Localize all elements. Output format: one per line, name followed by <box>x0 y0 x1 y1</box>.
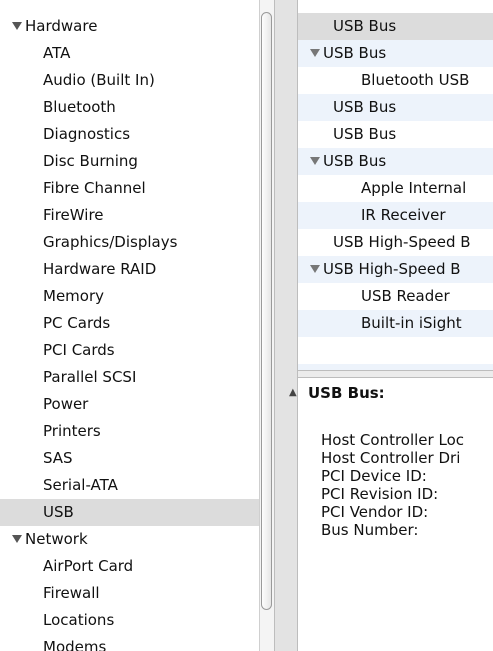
usb-tree-row-label: IR Receiver <box>361 206 446 224</box>
usb-tree-row-label: USB High-Speed B <box>323 260 461 278</box>
usb-device-tree: USB Bus USB Bus Bluetooth USB USB Bus USB Bu… <box>298 0 493 370</box>
sidebar-item-firewire[interactable]: FireWire <box>0 202 259 229</box>
usb-tree-row[interactable]: Built-in iSight <box>298 310 493 337</box>
usb-tree-row-label: Apple Internal <box>361 179 467 197</box>
sidebar-item-modems[interactable]: Modems <box>0 634 259 651</box>
detail-property: Bus Number: <box>321 521 419 539</box>
usb-tree-row[interactable]: USB High-Speed B <box>298 256 493 283</box>
usb-tree-row-label: USB Bus <box>333 125 397 143</box>
usb-tree-row-label: USB High-Speed B <box>333 233 471 251</box>
disclosure-triangle-icon[interactable] <box>12 535 22 543</box>
sidebar-category-label: Hardware <box>25 17 98 35</box>
usb-tree-row[interactable]: USB High-Speed B <box>298 229 493 256</box>
sidebar-item-memory[interactable]: Memory <box>0 283 259 310</box>
sidebar-item-fibre-channel[interactable]: Fibre Channel <box>0 175 259 202</box>
usb-tree-row[interactable]: USB Reader <box>298 283 493 310</box>
sidebar-item-firewall[interactable]: Firewall <box>0 580 259 607</box>
usb-tree-row[interactable]: USB Bus <box>298 148 493 175</box>
usb-tree-row-label: USB Reader <box>361 287 450 305</box>
content-sidebar: Hardware ATA Audio (Built In) Bluetooth Diag… <box>0 0 259 651</box>
detail-title: USB Bus: <box>308 384 385 402</box>
detail-property: Host Controller Loc <box>321 431 464 449</box>
detail-pane: USB Bus: Host Controller Loc Host Control… <box>298 378 493 651</box>
usb-tree-row-label: USB Bus <box>333 98 397 116</box>
usb-tree-row-label: USB Bus <box>323 152 387 170</box>
sidebar-item-usb[interactable]: USB <box>0 499 259 526</box>
sidebar-category-network[interactable]: Network <box>0 526 259 553</box>
disclosure-triangle-icon[interactable] <box>310 157 320 165</box>
sidebar-item-ata[interactable]: ATA <box>0 40 259 67</box>
disclosure-triangle-icon[interactable] <box>310 265 320 273</box>
usb-tree-row-label: Bluetooth USB <box>361 71 470 89</box>
vertical-splitter[interactable] <box>274 0 298 651</box>
sidebar-item-sas[interactable]: SAS <box>0 445 259 472</box>
sidebar-item-graphics-displays[interactable]: Graphics/Displays <box>0 229 259 256</box>
detail-property: PCI Revision ID: <box>321 485 439 503</box>
usb-tree-row[interactable]: Apple Internal <box>298 175 493 202</box>
sidebar-item-locations[interactable]: Locations <box>0 607 259 634</box>
usb-tree-row[interactable]: USB Bus <box>298 121 493 148</box>
sidebar-scrollbar[interactable] <box>259 0 274 651</box>
usb-tree-row[interactable]: USB Bus <box>298 94 493 121</box>
disclosure-triangle-icon[interactable] <box>310 49 320 57</box>
sidebar-item-disc-burning[interactable]: Disc Burning <box>0 148 259 175</box>
usb-tree-row-label: Built-in iSight <box>361 314 462 332</box>
sidebar-item-bluetooth[interactable]: Bluetooth <box>0 94 259 121</box>
usb-tree-row[interactable]: Bluetooth USB <box>298 67 493 94</box>
usb-tree-row[interactable]: IR Receiver <box>298 202 493 229</box>
sidebar-scrollbar-thumb[interactable] <box>261 12 272 610</box>
sidebar-item-power[interactable]: Power <box>0 391 259 418</box>
sidebar-item-audio-built-in[interactable]: Audio (Built In) <box>0 67 259 94</box>
sidebar-item-hardware-raid[interactable]: Hardware RAID <box>0 256 259 283</box>
detail-property: PCI Device ID: <box>321 467 427 485</box>
detail-property: Host Controller Dri <box>321 449 461 467</box>
usb-tree-row-label: USB Bus <box>323 44 387 62</box>
sidebar-category-label: Network <box>25 530 88 548</box>
system-profiler-window: Hardware ATA Audio (Built In) Bluetooth Diag… <box>0 0 493 651</box>
sidebar-item-printers[interactable]: Printers <box>0 418 259 445</box>
detail-property: PCI Vendor ID: <box>321 503 429 521</box>
splitter-caret-icon: ▲ <box>289 387 297 398</box>
horizontal-splitter[interactable] <box>298 370 493 378</box>
sidebar-item-parallel-scsi[interactable]: Parallel SCSI <box>0 364 259 391</box>
disclosure-triangle-icon[interactable] <box>12 22 22 30</box>
sidebar-item-serial-ata[interactable]: Serial-ATA <box>0 472 259 499</box>
usb-tree-row-label: USB Bus <box>333 17 397 35</box>
sidebar-item-pc-cards[interactable]: PC Cards <box>0 310 259 337</box>
usb-tree-row[interactable]: USB Bus <box>298 40 493 67</box>
sidebar-item-diagnostics[interactable]: Diagnostics <box>0 121 259 148</box>
sidebar-item-pci-cards[interactable]: PCI Cards <box>0 337 259 364</box>
usb-tree-row[interactable]: USB Bus <box>298 13 493 40</box>
sidebar-category-hardware[interactable]: Hardware <box>0 13 259 40</box>
sidebar-item-airport-card[interactable]: AirPort Card <box>0 553 259 580</box>
